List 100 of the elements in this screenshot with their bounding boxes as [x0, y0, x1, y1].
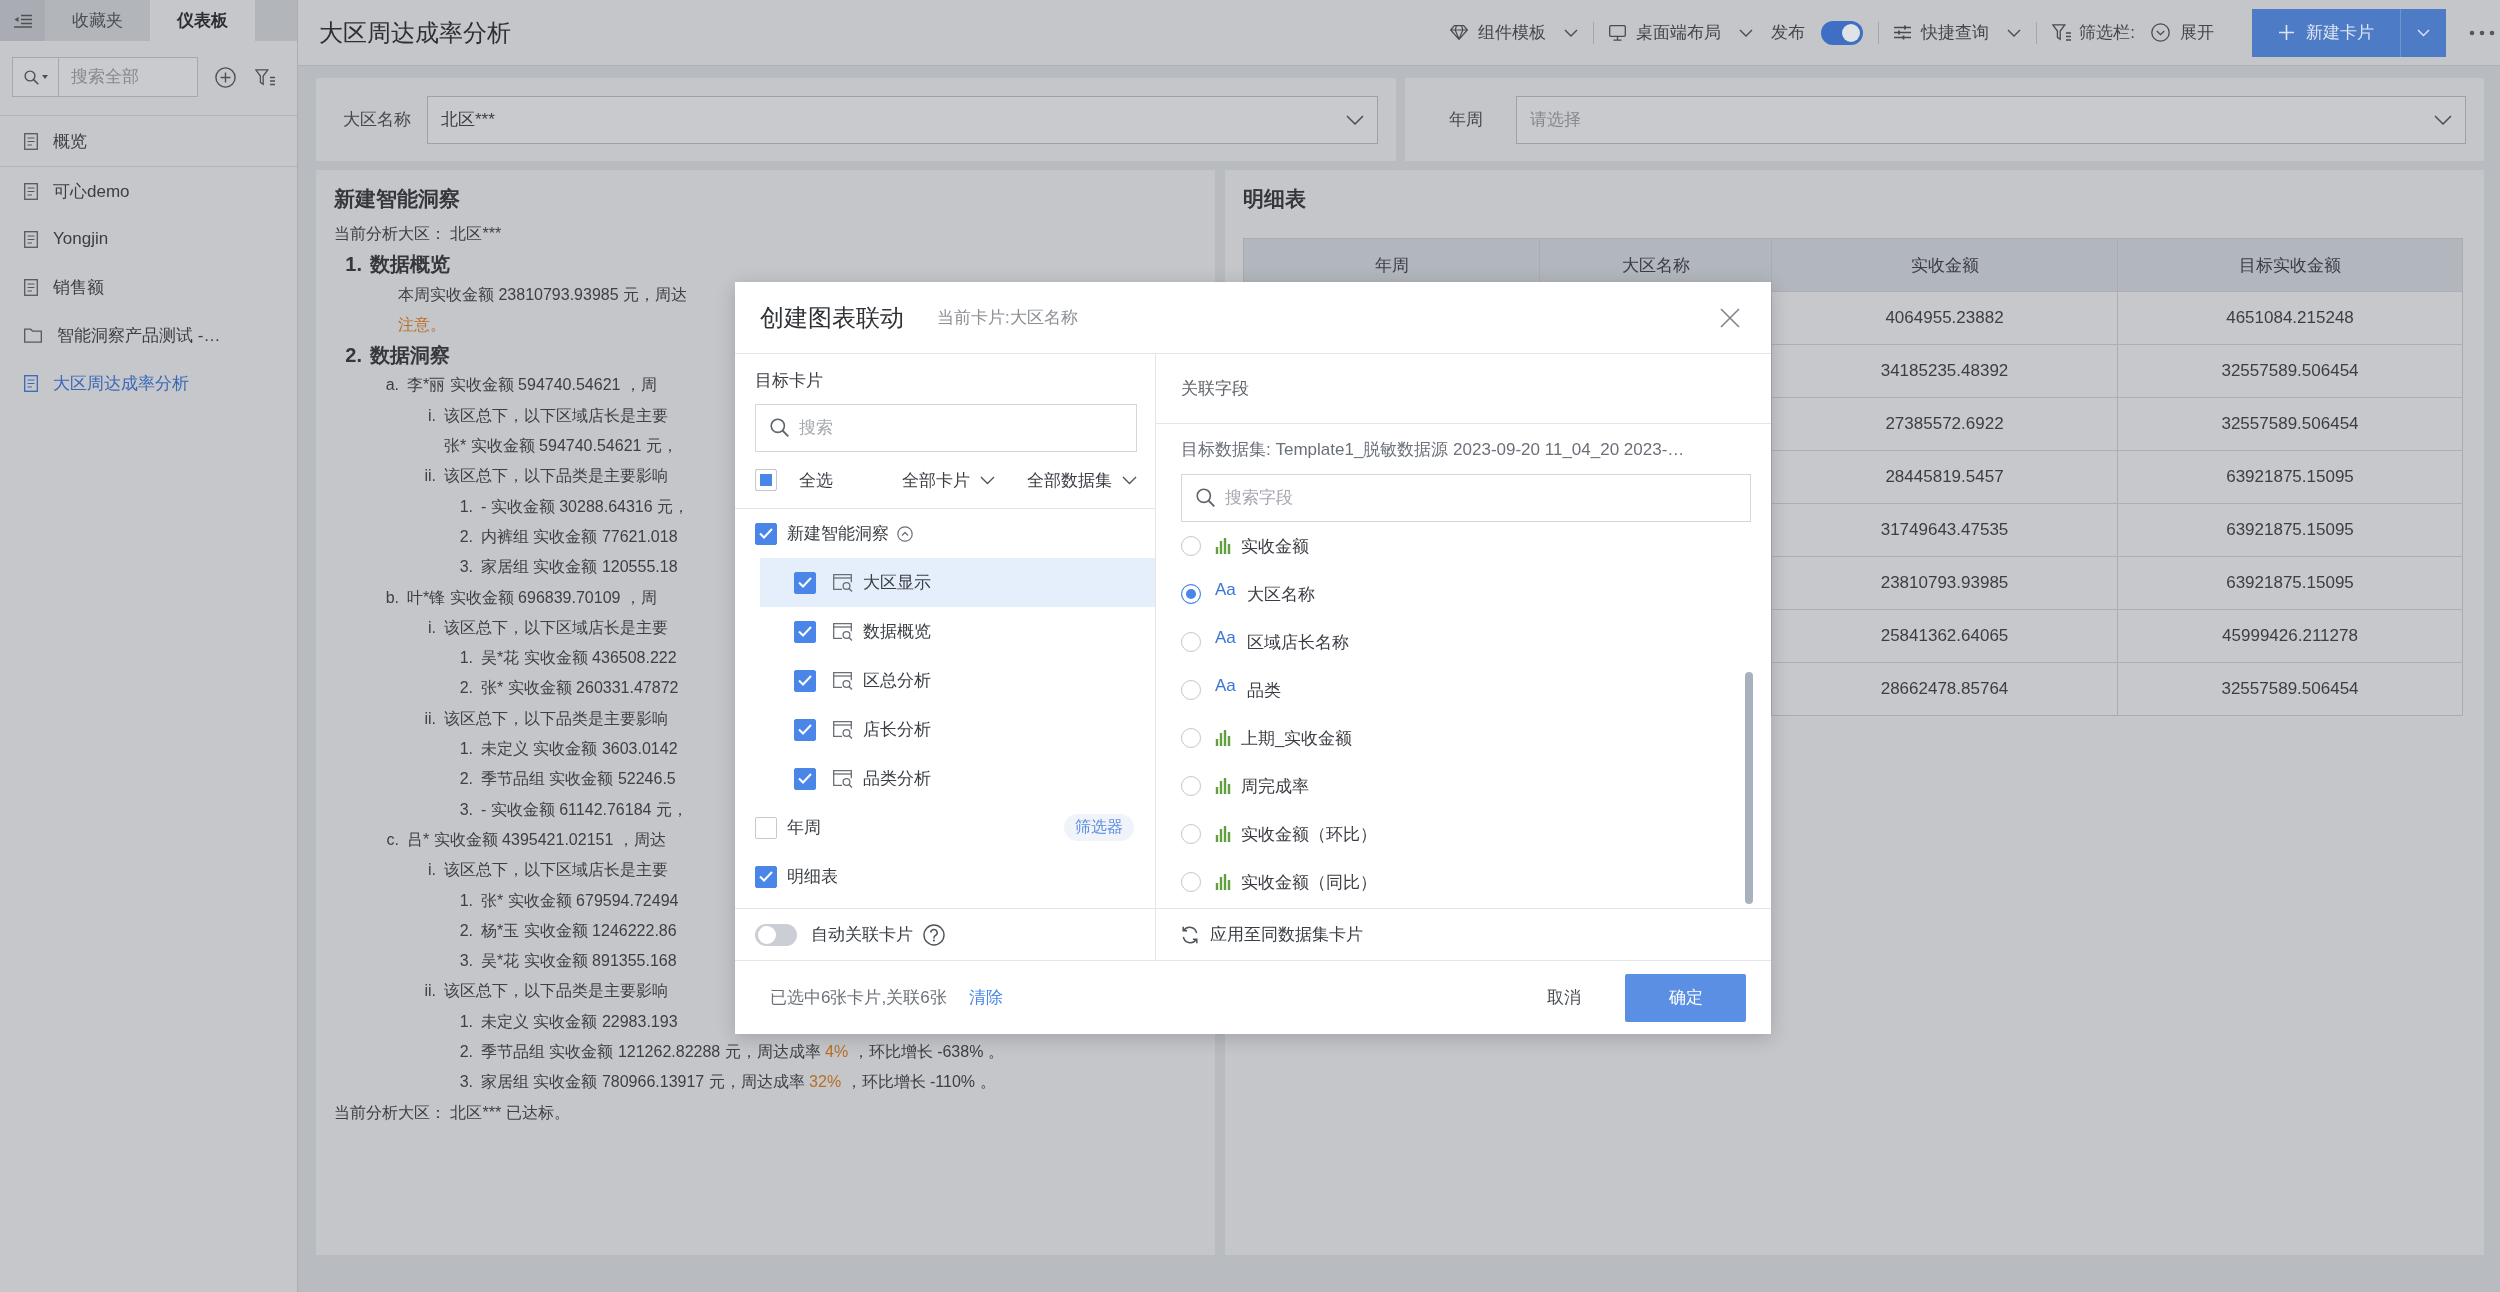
diamond-icon	[1450, 25, 1469, 40]
field-option[interactable]: 上期_实收金额	[1156, 714, 1726, 762]
radio-button[interactable]	[1181, 776, 1201, 796]
filter-select[interactable]: 北区***	[427, 95, 1378, 144]
bar-chart-icon	[1215, 730, 1231, 746]
card-list-item[interactable]: 年周 筛选器	[735, 803, 1155, 852]
radio-button[interactable]	[1181, 584, 1201, 604]
auto-link-toggle[interactable]	[755, 923, 797, 946]
insight-text: 家居组 实收金额 780966.13917 元，周达成率 32% ，环比增长 -110% 。	[481, 1072, 996, 1093]
caret-icon	[41, 75, 48, 79]
checkbox[interactable]	[794, 669, 816, 692]
checkbox[interactable]	[755, 522, 777, 545]
insight-text: 吴*花 实收金额 436508.222	[481, 648, 677, 669]
field-option[interactable]: 实收金额	[1156, 522, 1726, 570]
card-list-item[interactable]: 明细表	[735, 852, 1155, 901]
chevron-circle-icon	[2151, 23, 2170, 42]
apply-button[interactable]: 应用至同数据集卡片	[1181, 923, 1363, 946]
checkbox[interactable]	[794, 767, 816, 790]
sidebar-item[interactable]: 智能洞察产品测试 -…	[0, 311, 297, 359]
search-field[interactable]: 搜索全部	[59, 57, 198, 97]
layout-dropdown[interactable]: 桌面端布局	[1609, 21, 1754, 44]
radio-button[interactable]	[1181, 872, 1201, 892]
list-marker: ii.	[424, 467, 436, 485]
expand-button[interactable]: 展开	[2151, 21, 2214, 44]
dialog-title: 创建图表联动	[760, 302, 904, 333]
field-option[interactable]: Aa 品类	[1156, 666, 1726, 714]
card-list-item[interactable]: 区总分析	[760, 656, 1155, 705]
sidebar-item[interactable]: 销售额	[0, 263, 297, 311]
sidebar-item[interactable]: Yongjin	[0, 215, 297, 263]
card-type-dropdown[interactable]: 全部卡片	[902, 468, 995, 492]
sidebar-tab[interactable]: 收藏夹	[45, 0, 150, 41]
insight-text: 季节品组 实收金额 52246.5	[481, 769, 676, 790]
chevron-down-icon	[2007, 28, 2022, 37]
checkmark-icon	[798, 773, 812, 784]
insight-text: - 实收金额 30288.64316 元，	[481, 496, 690, 517]
table-cell: 34185235.48392	[1772, 344, 2118, 397]
field-option[interactable]: 周完成率	[1156, 762, 1726, 810]
card-list-item[interactable]: 品类分析	[760, 754, 1155, 803]
search-field[interactable]: 搜索	[755, 404, 1137, 452]
close-icon[interactable]	[1720, 307, 1740, 328]
help-icon[interactable]	[923, 923, 945, 946]
checkbox[interactable]	[794, 620, 816, 643]
list-marker: i.	[428, 406, 436, 424]
list-marker: 1.	[459, 649, 473, 667]
more-icon[interactable]	[2469, 29, 2495, 36]
sidebar-tab[interactable]: 仪表板	[150, 0, 255, 41]
list-marker: b.	[385, 588, 399, 606]
checkbox[interactable]	[794, 571, 816, 594]
radio-button[interactable]	[1181, 632, 1201, 652]
field-option[interactable]: 实收金额（环比）	[1156, 810, 1726, 858]
search-field[interactable]: 搜索字段	[1181, 474, 1751, 522]
sidebar-toggle-button[interactable]	[0, 0, 45, 41]
radio-button[interactable]	[1181, 536, 1201, 556]
list-marker: 1.	[345, 253, 362, 276]
radio-button[interactable]	[1181, 728, 1201, 748]
checkbox[interactable]	[755, 816, 777, 839]
checkbox[interactable]	[794, 718, 816, 741]
sidebar-item[interactable]: 可心demo	[0, 167, 297, 215]
card-list-item[interactable]: 新建智能洞察	[735, 509, 1155, 558]
field-option[interactable]: Aa 区域店长名称	[1156, 618, 1726, 666]
search-scope-button[interactable]	[12, 57, 59, 97]
insight-text: 该区总下，以下品类是主要影响	[444, 466, 668, 487]
card-title: 新建智能洞察	[334, 186, 460, 212]
bar-chart-icon	[1215, 874, 1231, 890]
dataset-dropdown[interactable]: 全部数据集	[1027, 468, 1137, 492]
filter-label: 大区名称	[343, 110, 411, 129]
bar-chart-icon	[1215, 826, 1231, 842]
radio-button[interactable]	[1181, 680, 1201, 700]
cancel-button[interactable]: 取消	[1525, 973, 1603, 1022]
chevron-down-icon	[1564, 28, 1579, 37]
scrollbar-thumb[interactable]	[1745, 672, 1753, 904]
add-icon[interactable]	[215, 66, 236, 88]
insight-text: 当前分析大区： 北区***	[334, 224, 502, 244]
field-option[interactable]: 实收金额（同比）	[1156, 858, 1726, 906]
checkbox[interactable]	[755, 469, 777, 491]
field-option[interactable]: Aa 大区名称	[1156, 570, 1726, 618]
chevron-down-icon	[2434, 114, 2452, 125]
column-header: 实收金额	[1772, 239, 2118, 291]
bar-chart-icon	[1215, 538, 1231, 554]
quick-query-dropdown[interactable]: 快捷查询	[1894, 21, 2022, 44]
clear-link[interactable]: 清除	[968, 986, 1003, 1009]
card-list-item[interactable]: 数据概览	[760, 607, 1155, 656]
sidebar-item[interactable]: 概览	[0, 116, 297, 166]
filter-icon[interactable]	[255, 68, 275, 86]
checkmark-icon	[798, 724, 812, 735]
new-card-menu-button[interactable]	[2400, 8, 2446, 57]
chevron-up-circle-icon[interactable]	[897, 525, 913, 542]
insight-text: 杨*玉 实收金额 1246222.86	[481, 920, 677, 941]
chevron-down-icon	[2417, 28, 2430, 37]
table-cell: 4064955.23882	[1772, 291, 2118, 344]
template-dropdown[interactable]: 组件模板	[1450, 21, 1579, 44]
card-list-item[interactable]: 店长分析	[760, 705, 1155, 754]
insight-text: 注意。	[398, 314, 446, 335]
list-marker: 1.	[459, 740, 473, 758]
radio-button[interactable]	[1181, 824, 1201, 844]
list-marker: 2.	[459, 527, 473, 545]
card-list-item[interactable]: 大区显示	[760, 558, 1155, 607]
checkbox[interactable]	[755, 865, 777, 888]
list-marker: a.	[385, 376, 399, 394]
publish-toggle[interactable]	[1821, 20, 1864, 45]
